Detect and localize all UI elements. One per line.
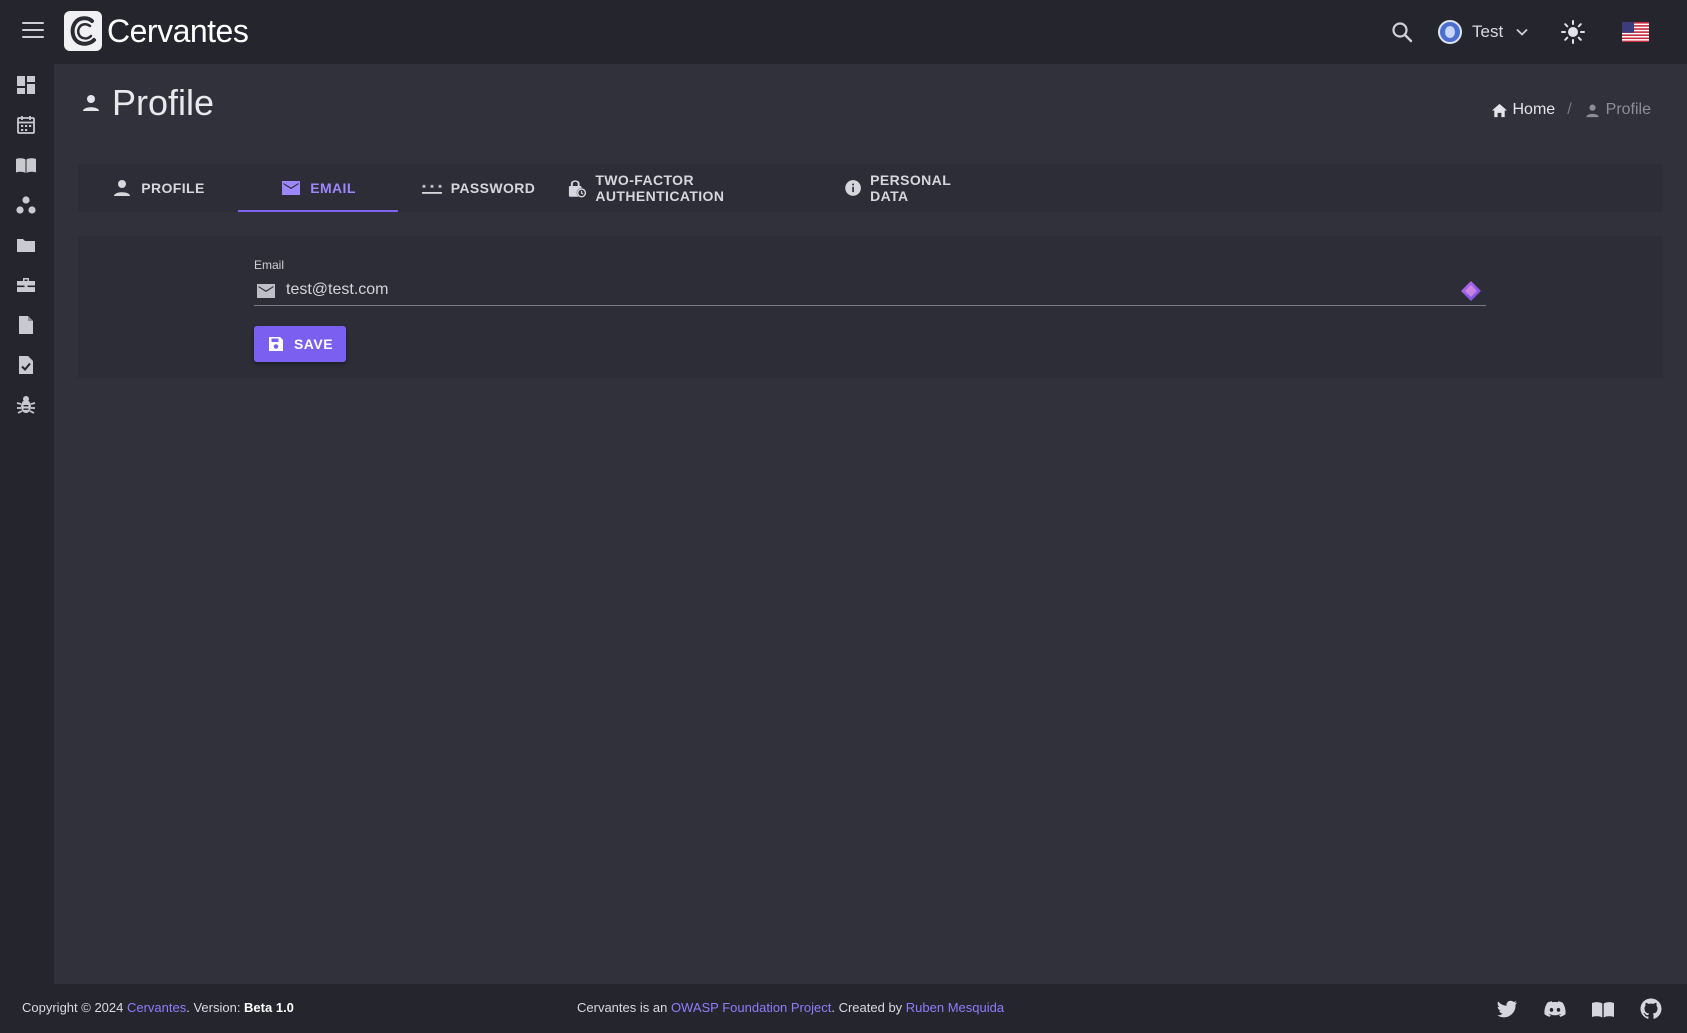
discord-icon[interactable] — [1543, 997, 1567, 1021]
info-icon — [845, 180, 861, 196]
save-button-label: SAVE — [293, 336, 334, 352]
cervantes-logo-icon — [64, 11, 102, 51]
save-icon — [268, 337, 283, 351]
tab-password-label: PASSWORD — [450, 180, 536, 196]
github-icon[interactable] — [1639, 997, 1663, 1021]
top-app-bar: Cervantes Test — [0, 0, 1687, 64]
email-field-label: Email — [254, 258, 285, 272]
dashboard-icon[interactable] — [15, 74, 37, 96]
tab-personal-data-label: PERSONAL DATA — [870, 172, 951, 204]
copyright-text: Copyright © 2024 — [22, 1000, 127, 1015]
tab-email[interactable]: EMAIL — [238, 164, 398, 212]
tab-profile[interactable]: PROFILE — [78, 164, 238, 212]
breadcrumb: Home / Profile — [1491, 101, 1651, 119]
briefcase-icon[interactable] — [15, 274, 37, 296]
calendar-icon[interactable] — [15, 114, 37, 136]
home-icon — [1491, 103, 1507, 117]
password-icon — [421, 184, 442, 194]
tab-email-label: EMAIL — [310, 180, 356, 196]
person-icon — [1586, 104, 1599, 117]
email-field: Email — [254, 258, 1486, 306]
tab-password[interactable]: PASSWORD — [398, 164, 558, 212]
checklist-icon[interactable] — [15, 354, 37, 376]
user-menu[interactable]: Test — [1438, 18, 1529, 46]
book-icon[interactable] — [15, 154, 37, 176]
version-text: Beta 1.0 — [244, 1000, 294, 1015]
version-prefix: . Version: — [186, 1000, 245, 1015]
breadcrumb-home-label: Home — [1512, 101, 1556, 118]
brand[interactable]: Cervantes — [64, 11, 249, 51]
footer-credits: Cervantes is an OWASP Foundation Project… — [577, 1000, 1004, 1015]
email-input[interactable] — [286, 278, 1436, 302]
breadcrumb-home[interactable]: Home — [1491, 101, 1556, 119]
footer: Copyright © 2024 Cervantes. Version: Bet… — [0, 984, 1687, 1033]
credits-prefix: Cervantes is an — [577, 1000, 671, 1015]
mail-icon — [282, 181, 301, 195]
extension-icon[interactable] — [1460, 280, 1482, 302]
created-by-text: . Created by — [831, 1000, 906, 1015]
page-header: Profile — [80, 82, 214, 124]
tab-personal-data[interactable]: PERSONAL DATA — [828, 164, 988, 212]
avatar — [1438, 20, 1462, 44]
document-icon[interactable] — [15, 314, 37, 336]
menu-icon[interactable] — [22, 22, 44, 42]
social-links — [1471, 997, 1663, 1021]
bug-icon[interactable] — [15, 394, 37, 416]
tab-two-factor-label: TWO-FACTOR AUTHENTICATION — [595, 172, 725, 204]
book-icon[interactable] — [1591, 997, 1615, 1021]
lock-clock-icon — [568, 180, 587, 198]
owasp-link[interactable]: OWASP Foundation Project — [671, 1000, 831, 1015]
main-content: Profile Home / Profile PROFILE EMAIL PAS… — [54, 64, 1687, 984]
breadcrumb-current: Profile — [1584, 101, 1651, 119]
save-button[interactable]: SAVE — [254, 326, 346, 362]
twitter-icon[interactable] — [1495, 997, 1519, 1021]
folder-icon[interactable] — [15, 234, 37, 256]
breadcrumb-separator: / — [1567, 101, 1572, 118]
light-mode-icon[interactable] — [1560, 19, 1586, 45]
email-form-card: Email SAVE — [78, 236, 1663, 378]
page-title: Profile — [112, 82, 215, 123]
person-icon — [114, 180, 131, 196]
footer-copyright: Copyright © 2024 Cervantes. Version: Bet… — [22, 1000, 294, 1015]
footer-brand-link[interactable]: Cervantes — [127, 1000, 186, 1015]
chevron-down-icon — [1516, 28, 1528, 36]
sidebar — [0, 64, 54, 984]
clients-icon[interactable] — [15, 194, 37, 216]
mail-icon — [257, 284, 275, 298]
tab-profile-label: PROFILE — [141, 180, 205, 196]
user-name: Test — [1472, 22, 1504, 41]
breadcrumb-current-label: Profile — [1605, 101, 1651, 118]
profile-tabs: PROFILE EMAIL PASSWORD TWO-FACTOR AUTHEN… — [78, 164, 1663, 212]
author-link[interactable]: Ruben Mesquida — [906, 1000, 1004, 1015]
us-flag-icon[interactable] — [1622, 22, 1649, 42]
app-name: Cervantes — [107, 12, 249, 49]
tab-two-factor-authentication[interactable]: TWO-FACTOR AUTHENTICATION — [558, 164, 828, 212]
search-icon[interactable] — [1390, 20, 1414, 44]
person-icon — [83, 95, 99, 111]
